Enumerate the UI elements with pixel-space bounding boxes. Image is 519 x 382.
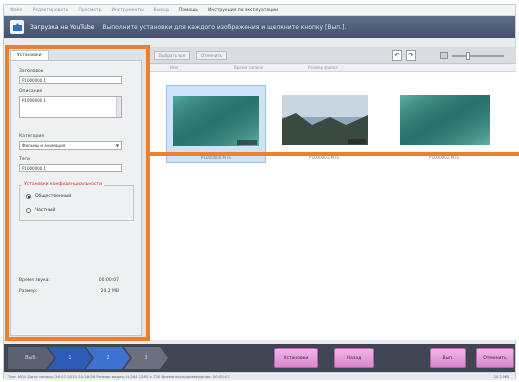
menu-tools[interactable]: Инструменты bbox=[111, 8, 143, 13]
menu-output[interactable]: Вывод bbox=[154, 8, 169, 13]
thumb-size-slider[interactable] bbox=[452, 55, 504, 57]
column-headers: Имя Время записи Размер файла bbox=[148, 64, 516, 72]
status-bar: Тип: MOV Дата записи: 26.07.2015 20:18:5… bbox=[4, 372, 515, 380]
menu-bar: Файл Редактировать Просмотр Инструменты … bbox=[4, 5, 515, 16]
menu-manual[interactable]: Инструкция по эксплуатации bbox=[208, 8, 278, 13]
grid-view-icon[interactable] bbox=[440, 52, 448, 59]
col-name[interactable]: Имя bbox=[170, 65, 178, 70]
video-thumb-water bbox=[173, 96, 259, 146]
col-size[interactable]: Размер файла bbox=[308, 65, 338, 70]
step-2-label: 2 bbox=[106, 355, 110, 361]
window-hint: Выполните установки для каждого изображе… bbox=[102, 23, 347, 31]
settings-button[interactable]: Установки bbox=[274, 348, 318, 368]
step-3-label: 3 bbox=[144, 355, 148, 361]
menu-file[interactable]: Файл bbox=[10, 8, 22, 13]
video-thumb-water-2 bbox=[400, 95, 490, 145]
file-browser: Выбрать все Отменить ↶ ↷ Имя Время запис… bbox=[148, 47, 516, 340]
deselect-button[interactable]: Отменить bbox=[196, 51, 227, 60]
browser-toolbar: Выбрать все Отменить ↶ ↷ bbox=[148, 47, 516, 64]
status-size: 20.2 MB bbox=[493, 374, 509, 379]
back-button[interactable]: Назад bbox=[334, 348, 374, 368]
step-1-label: 1 bbox=[68, 355, 72, 361]
video-thumb-landscape bbox=[282, 95, 368, 145]
thumbnail-3[interactable] bbox=[400, 95, 490, 151]
slider-handle[interactable] bbox=[466, 52, 470, 60]
rotate-right-icon[interactable]: ↷ bbox=[406, 50, 416, 61]
cancel-button[interactable]: Отменить bbox=[476, 348, 514, 368]
step-3: 3 bbox=[124, 347, 168, 369]
step-select-label: Выб. bbox=[24, 355, 38, 361]
menu-view[interactable]: Просмотр bbox=[78, 8, 101, 13]
title-bar: Загрузка на YouTube Выполните установки … bbox=[4, 16, 515, 38]
run-button[interactable]: Вып. bbox=[430, 348, 466, 368]
wizard-bar: Выб. 1 2 3 Установки Назад Вып. Отменить bbox=[4, 344, 515, 372]
menu-help[interactable]: Помощь bbox=[179, 8, 198, 13]
select-all-button[interactable]: Выбрать все bbox=[154, 51, 191, 60]
highlight-box bbox=[5, 45, 150, 341]
col-date[interactable]: Время записи bbox=[234, 65, 263, 70]
highlight-line bbox=[148, 152, 519, 156]
upload-icon bbox=[10, 20, 24, 34]
thumbnail-2[interactable] bbox=[282, 95, 368, 151]
status-text: Тип: MOV Дата записи: 26.07.2015 20:18:5… bbox=[8, 374, 230, 379]
rotate-left-icon[interactable]: ↶ bbox=[392, 50, 402, 61]
menu-edit[interactable]: Редактировать bbox=[32, 8, 68, 13]
window-title: Загрузка на YouTube bbox=[30, 23, 95, 31]
